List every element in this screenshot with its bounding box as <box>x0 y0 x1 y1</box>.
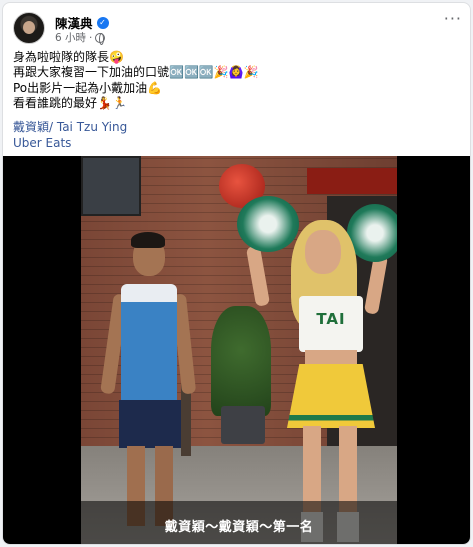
avatar[interactable] <box>13 12 45 44</box>
meta-separator: · <box>89 31 93 44</box>
post-header: 陳漢典 ✓ 6 小時 · <box>13 12 453 46</box>
post-card: 陳漢典 ✓ 6 小時 · ··· 身為啦啦隊的隊長🤪 再跟大家複習一下加油的口號… <box>2 2 471 545</box>
jersey-text: TAI <box>316 310 346 328</box>
more-options-icon[interactable]: ··· <box>444 11 462 27</box>
tag-link-uber-eats[interactable]: Uber Eats <box>13 136 127 152</box>
globe-icon[interactable] <box>95 32 106 45</box>
tag-link-tai-tzu-ying[interactable]: 戴資穎/ Tai Tzu Ying <box>13 120 127 136</box>
face <box>305 230 341 274</box>
window <box>81 156 141 216</box>
pom-pom <box>237 196 299 252</box>
post-line: 看看誰跳的最好💃🏃 <box>13 95 127 110</box>
post-time[interactable]: 6 小時 <box>55 30 86 45</box>
red-sign <box>307 168 397 194</box>
video-player[interactable]: TAI 戴資穎～戴資穎～第一名 <box>3 156 470 544</box>
post-line: Po出影片一起為小戴加油💪 <box>13 80 163 95</box>
skirt <box>287 364 375 428</box>
tank-top <box>121 284 177 404</box>
post-meta: 6 小時 · <box>55 30 106 45</box>
post-line: 再跟大家複習一下加油的口號🆗🆗🆗🎉🙆‍♀️🎉 <box>13 65 259 80</box>
midriff <box>305 350 357 364</box>
video-frame[interactable]: TAI 戴資穎～戴資穎～第一名 <box>81 156 397 544</box>
post-line: 身為啦啦隊的隊長🤪 <box>13 50 124 64</box>
athlete-figure <box>100 228 197 528</box>
post-text: 身為啦啦隊的隊長🤪 再跟大家複習一下加油的口號🆗🆗🆗🎉🙆‍♀️🎉 Po出影片一起… <box>13 50 453 111</box>
post-links: 戴資穎/ Tai Tzu Ying Uber Eats <box>13 120 127 151</box>
arm <box>245 245 271 307</box>
verified-badge-icon: ✓ <box>96 16 109 29</box>
cheerleader-figure: TAI <box>237 196 397 544</box>
video-subtitle: 戴資穎～戴資穎～第一名 <box>164 520 314 535</box>
hair <box>131 232 165 248</box>
shorts <box>119 400 181 448</box>
arm <box>363 253 389 315</box>
